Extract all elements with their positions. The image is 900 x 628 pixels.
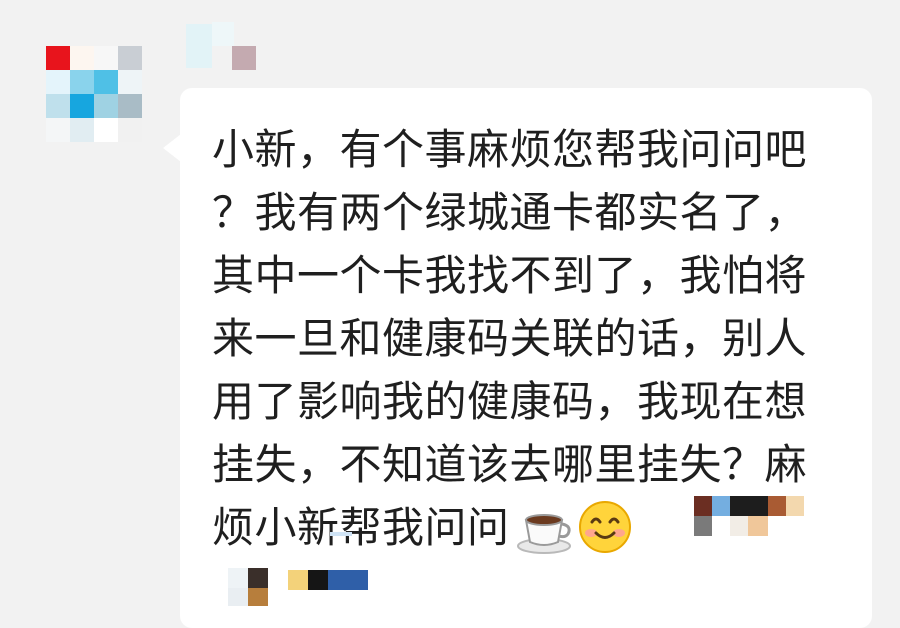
mark-pixel bbox=[330, 532, 352, 536]
footer-pixel bbox=[228, 568, 248, 588]
message-line: 用了影响我的健康码，我现在想 bbox=[212, 377, 808, 426]
avatar-pixel bbox=[70, 118, 94, 142]
avatar-pixel bbox=[118, 118, 142, 142]
avatar-pixel bbox=[70, 70, 94, 94]
avatar-pixel bbox=[118, 70, 142, 94]
nickname-pixel bbox=[186, 24, 212, 68]
avatar[interactable] bbox=[46, 46, 142, 142]
smiling-face-emoji bbox=[578, 500, 632, 571]
footer-pixel bbox=[248, 588, 268, 606]
footer-pixel bbox=[328, 570, 368, 590]
message-line: 烦小新帮我问问 bbox=[212, 503, 510, 552]
message-line: 其中一个卡我找不到了，我怕将 bbox=[212, 251, 808, 300]
avatar-pixel bbox=[118, 94, 142, 118]
message-line: ？我有两个绿城通卡都实名了， bbox=[212, 188, 808, 237]
mention-pixel bbox=[712, 496, 730, 516]
footer-pixel bbox=[288, 570, 308, 590]
footer-pixel bbox=[308, 570, 328, 590]
avatar-pixel bbox=[46, 70, 70, 94]
footer-pixel bbox=[248, 568, 268, 588]
footer-pixel bbox=[228, 588, 248, 606]
bubble-tail bbox=[163, 134, 181, 162]
avatar-pixel bbox=[94, 70, 118, 94]
message-line: 来一旦和健康码关联的话，别人 bbox=[212, 314, 808, 363]
obscured-footer-row bbox=[228, 568, 378, 606]
mention-pixel bbox=[694, 516, 712, 536]
sender-nickname bbox=[186, 22, 266, 70]
mention-pixel bbox=[694, 496, 712, 516]
avatar-pixel bbox=[46, 118, 70, 142]
avatar-pixel bbox=[70, 94, 94, 118]
mention-pixel bbox=[748, 516, 768, 536]
coffee-emoji bbox=[516, 506, 572, 571]
obscured-mark bbox=[330, 532, 352, 538]
avatar-pixel bbox=[94, 46, 118, 70]
avatar-pixel bbox=[94, 118, 118, 142]
avatar-pixel bbox=[118, 46, 142, 70]
mention-pixel bbox=[730, 516, 748, 536]
avatar-pixel bbox=[94, 94, 118, 118]
mention-pixel bbox=[768, 496, 786, 516]
message-line: 小新，有个事麻烦您帮我问问吧 bbox=[212, 125, 808, 174]
mention-pixel bbox=[730, 496, 768, 516]
avatar-pixel bbox=[70, 46, 94, 70]
avatar-pixel bbox=[46, 94, 70, 118]
avatar-pixel bbox=[46, 46, 70, 70]
obscured-mention bbox=[690, 496, 810, 538]
message-line: 挂失，不知道该去哪里挂失？麻 bbox=[212, 440, 808, 489]
nickname-pixel bbox=[232, 46, 256, 70]
message-text[interactable]: 小新，有个事麻烦您帮我问问吧 ？我有两个绿城通卡都实名了， 其中一个卡我找不到了… bbox=[212, 118, 862, 559]
mention-pixel bbox=[786, 496, 804, 516]
nickname-pixel bbox=[212, 22, 234, 46]
